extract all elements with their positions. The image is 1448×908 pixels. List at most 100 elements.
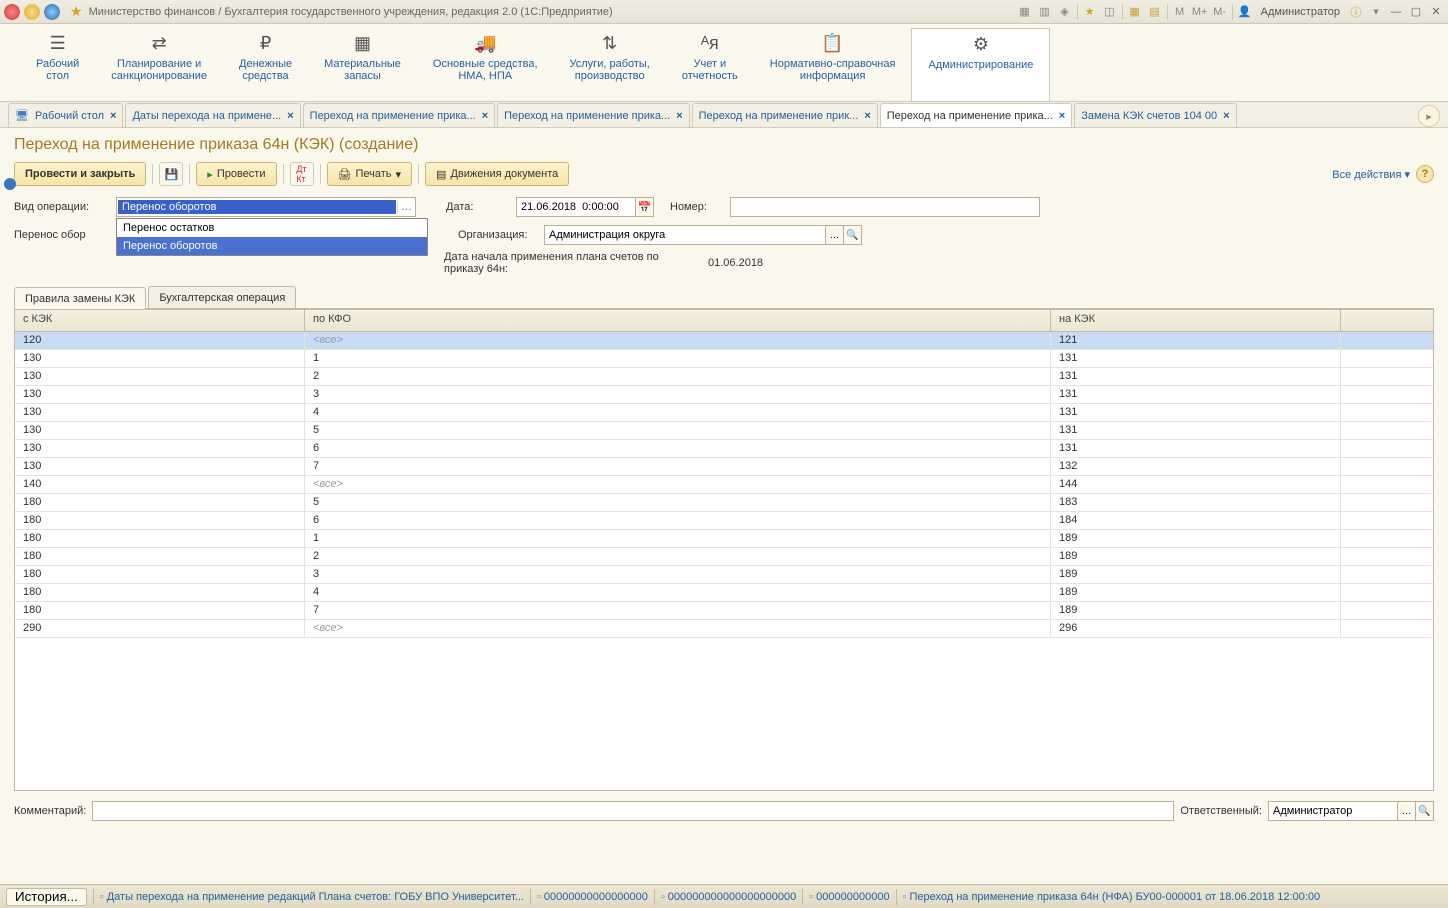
window-control-2[interactable] — [24, 4, 40, 20]
calendar-icon[interactable]: ▤ — [1147, 4, 1163, 20]
date-field[interactable] — [516, 197, 636, 217]
table-row[interactable]: 1307132 — [15, 458, 1433, 476]
dropdown-icon[interactable]: ▾ — [1368, 4, 1384, 20]
movements-button[interactable]: ▤ Движения документа — [425, 162, 569, 186]
window-control-1[interactable] — [4, 4, 20, 20]
doc-tab-0[interactable]: 🖥Рабочий стол× — [8, 103, 123, 127]
section-item-4[interactable]: 🚚Основные средства,НМА, НПА — [417, 28, 554, 101]
statusbar-item-3[interactable]: ▫000000000000 — [809, 891, 889, 903]
help-button[interactable]: ? — [1416, 165, 1434, 183]
table-row[interactable]: 1802189 — [15, 548, 1433, 566]
table-row[interactable]: 1305131 — [15, 422, 1433, 440]
table-row[interactable]: 120<все>121 — [15, 332, 1433, 350]
table-row[interactable]: 1803189 — [15, 566, 1433, 584]
grid-header-cell[interactable]: по КФО — [305, 310, 1051, 331]
m-icon[interactable]: M — [1172, 4, 1188, 20]
section-item-3[interactable]: ▦Материальныезапасы — [308, 28, 417, 101]
date-picker-button[interactable]: 📅 — [636, 197, 654, 217]
maximize-button[interactable]: ▢ — [1408, 4, 1424, 20]
mplus-icon[interactable]: M+ — [1192, 4, 1208, 20]
statusbar-item-2[interactable]: ▫000000000000000000000 — [661, 891, 796, 903]
toolbar-icon-1[interactable]: ▦ — [1017, 4, 1033, 20]
statusbar-item-4[interactable]: ▫Переход на применение приказа 64н (НФА)… — [903, 891, 1321, 903]
toolbar-icon-2[interactable]: ▥ — [1037, 4, 1053, 20]
all-actions-link[interactable]: Все действия ▾ — [1332, 168, 1410, 181]
close-button[interactable]: ✕ — [1428, 4, 1444, 20]
dtkt-button[interactable]: ДтКт — [290, 162, 314, 186]
calc-icon[interactable]: ▦ — [1127, 4, 1143, 20]
comment-field[interactable] — [92, 801, 1174, 821]
number-field[interactable] — [730, 197, 1040, 217]
doc-tab-3[interactable]: Переход на применение прика...× — [497, 103, 689, 127]
star-icon[interactable]: ★ — [1082, 4, 1098, 20]
close-icon[interactable]: × — [676, 110, 682, 122]
op-type-select[interactable]: Перенос оборотов … Перенос остатковПерен… — [116, 197, 416, 217]
mminus-icon[interactable]: M- — [1212, 4, 1228, 20]
post-button[interactable]: ▸Провести — [196, 162, 276, 186]
section-label: Рабочийстол — [36, 58, 79, 82]
grid-cell: 2 — [305, 368, 1051, 385]
grid-body[interactable]: 120<все>12113011311302131130313113041311… — [15, 332, 1433, 791]
grid-cell: 131 — [1051, 386, 1341, 403]
resp-select-button[interactable]: … — [1398, 801, 1416, 821]
toolbar-icon-3[interactable]: ◈ — [1057, 4, 1073, 20]
print-button[interactable]: 🖨 Печать ▾ — [327, 162, 413, 186]
table-row[interactable]: 1807189 — [15, 602, 1433, 620]
doc-tab-2[interactable]: Переход на применение прика...× — [303, 103, 495, 127]
table-row[interactable]: 1801189 — [15, 530, 1433, 548]
table-row[interactable]: 1306131 — [15, 440, 1433, 458]
org-open-button[interactable]: 🔍 — [844, 225, 862, 245]
doc-tab-6[interactable]: Замена КЭК счетов 104 00× — [1074, 103, 1236, 127]
table-row[interactable]: 1805183 — [15, 494, 1433, 512]
org-select-button[interactable]: … — [826, 225, 844, 245]
doc-tab-1[interactable]: Даты перехода на примене...× — [125, 103, 300, 127]
rules-grid[interactable]: с КЭКпо КФОна КЭК 120<все>12113011311302… — [14, 309, 1434, 791]
subtab-1[interactable]: Бухгалтерская операция — [148, 286, 296, 308]
close-icon[interactable]: × — [110, 110, 116, 122]
statusbar-item-0[interactable]: ▫Даты перехода на применение редакций Пл… — [100, 891, 524, 903]
org-field[interactable] — [544, 225, 826, 245]
section-item-5[interactable]: ⇅Услуги, работы,производство — [554, 28, 666, 101]
section-item-6[interactable]: ᴬяУчет иотчетность — [666, 28, 754, 101]
minimize-button[interactable]: — — [1388, 4, 1404, 20]
history-button[interactable]: История... — [6, 888, 87, 906]
section-item-2[interactable]: ₽Денежныесредства — [223, 28, 308, 101]
resp-open-button[interactable]: 🔍 — [1416, 801, 1434, 821]
dropdown-item-1[interactable]: Перенос оборотов — [117, 237, 427, 255]
table-row[interactable]: 1303131 — [15, 386, 1433, 404]
resp-field[interactable] — [1268, 801, 1398, 821]
window-control-3[interactable] — [44, 4, 60, 20]
table-row[interactable]: 1304131 — [15, 404, 1433, 422]
section-item-1[interactable]: ⇄Планирование исанкционирование — [95, 28, 223, 101]
statusbar-item-1[interactable]: ▫00000000000000000 — [537, 891, 648, 903]
table-row[interactable]: 1301131 — [15, 350, 1433, 368]
close-icon[interactable]: × — [1059, 110, 1065, 122]
doc-tab-5[interactable]: Переход на применение прика...× — [880, 103, 1072, 127]
section-item-0[interactable]: ☰Рабочийстол — [20, 28, 95, 101]
grid-header-cell[interactable]: с КЭК — [15, 310, 305, 331]
toolbar-icon-4[interactable]: ◫ — [1102, 4, 1118, 20]
post-and-close-button[interactable]: Провести и закрыть — [14, 162, 146, 186]
close-icon[interactable]: × — [287, 110, 293, 122]
forward-button[interactable]: ▸ — [1418, 105, 1440, 127]
close-icon[interactable]: × — [864, 110, 870, 122]
grid-header-cell[interactable]: на КЭК — [1051, 310, 1341, 331]
table-row[interactable]: 1806184 — [15, 512, 1433, 530]
section-item-8[interactable]: ⚙Администрирование — [911, 28, 1050, 101]
close-icon[interactable]: × — [482, 110, 488, 122]
table-row[interactable]: 1804189 — [15, 584, 1433, 602]
save-button[interactable]: 💾 — [159, 162, 183, 186]
grid-cell: 5 — [305, 422, 1051, 439]
grid-cell: 1 — [305, 530, 1051, 547]
subtab-0[interactable]: Правила замены КЭК — [14, 287, 146, 309]
table-row[interactable]: 1302131 — [15, 368, 1433, 386]
info-icon[interactable]: ⓘ — [1348, 4, 1364, 20]
close-icon[interactable]: × — [1223, 110, 1229, 122]
dropdown-item-0[interactable]: Перенос остатков — [117, 219, 427, 237]
favorite-icon[interactable]: ★ — [70, 3, 83, 20]
section-item-7[interactable]: 📋Нормативно-справочнаяинформация — [754, 28, 912, 101]
select-btn-icon[interactable]: … — [397, 201, 415, 213]
doc-tab-4[interactable]: Переход на применение прик...× — [692, 103, 878, 127]
table-row[interactable]: 290<все>296 — [15, 620, 1433, 638]
table-row[interactable]: 140<все>144 — [15, 476, 1433, 494]
